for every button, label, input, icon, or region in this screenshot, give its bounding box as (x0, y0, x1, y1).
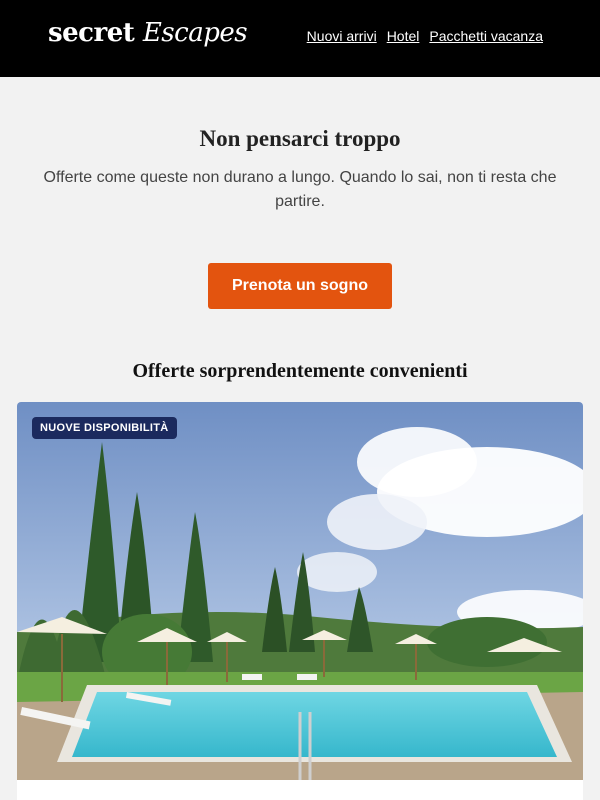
hero-section: Non pensarci troppo Offerte come queste … (0, 77, 600, 214)
section-title: Offerte sorprendentemente convenienti (132, 360, 468, 382)
email-header: secret Escapes Nuovi arrivi Hotel Pacche… (0, 0, 600, 77)
secret-escapes-logo[interactable]: secret Escapes (48, 18, 248, 48)
logo-word-escapes: Escapes (142, 18, 248, 48)
book-dream-button[interactable]: Prenota un sogno (208, 263, 392, 309)
cta-container: Prenota un sogno (0, 263, 600, 309)
hero-title: Non pensarci troppo (199, 126, 401, 151)
new-availability-badge: NUOVE DISPONIBILITÀ (32, 417, 177, 439)
offer-card[interactable]: NUOVE DISPONIBILITÀ (17, 402, 583, 800)
nav-link-pacchetti-vacanza[interactable]: Pacchetti vacanza (429, 28, 543, 44)
hotel-pool-image[interactable] (17, 402, 583, 780)
hero-subtitle: Offerte come queste non durano a lungo. … (43, 169, 557, 210)
nav-link-nuovi-arrivi[interactable]: Nuovi arrivi (307, 28, 377, 44)
header-nav: Nuovi arrivi Hotel Pacchetti vacanza (307, 28, 543, 44)
nav-link-hotel[interactable]: Hotel (387, 28, 420, 44)
logo-word-secret: secret (48, 18, 135, 48)
